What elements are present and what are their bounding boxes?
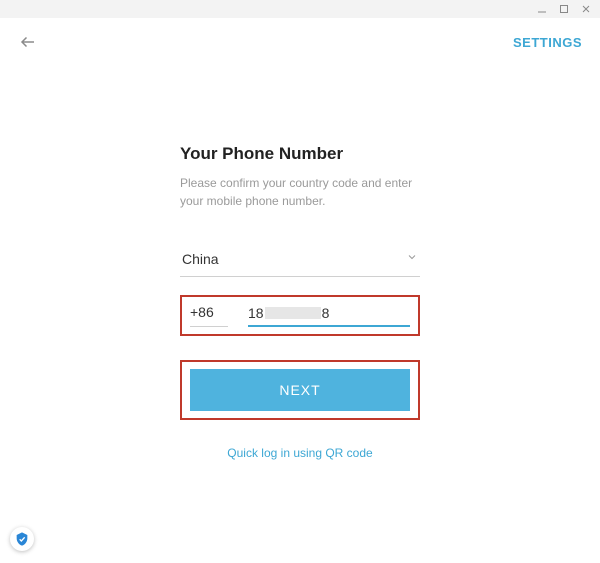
redacted-icon — [265, 307, 321, 319]
next-button[interactable]: NEXT — [190, 369, 410, 411]
minimize-button[interactable] — [536, 3, 548, 15]
phone-prefix: 18 — [248, 305, 264, 321]
phone-highlight: +86 18 8 — [180, 295, 420, 336]
page-title: Your Phone Number — [180, 144, 420, 164]
window-titlebar — [0, 0, 600, 18]
phone-form: Your Phone Number Please confirm your co… — [180, 144, 420, 460]
phone-input[interactable]: 18 8 — [248, 305, 410, 327]
country-name: China — [182, 251, 219, 267]
back-button[interactable] — [18, 32, 38, 52]
shield-badge-icon — [10, 527, 34, 551]
topbar: SETTINGS — [0, 18, 600, 66]
qr-login-link[interactable]: Quick log in using QR code — [180, 446, 420, 460]
phone-suffix: 8 — [322, 305, 330, 321]
chevron-down-icon — [406, 250, 418, 268]
page-subtitle: Please confirm your country code and ent… — [180, 174, 420, 210]
country-code: +86 — [190, 304, 228, 327]
maximize-button[interactable] — [558, 3, 570, 15]
settings-link[interactable]: SETTINGS — [513, 35, 582, 50]
close-button[interactable] — [580, 3, 592, 15]
country-select[interactable]: China — [180, 244, 420, 277]
phone-row: +86 18 8 — [190, 304, 410, 327]
next-highlight: NEXT — [180, 360, 420, 420]
